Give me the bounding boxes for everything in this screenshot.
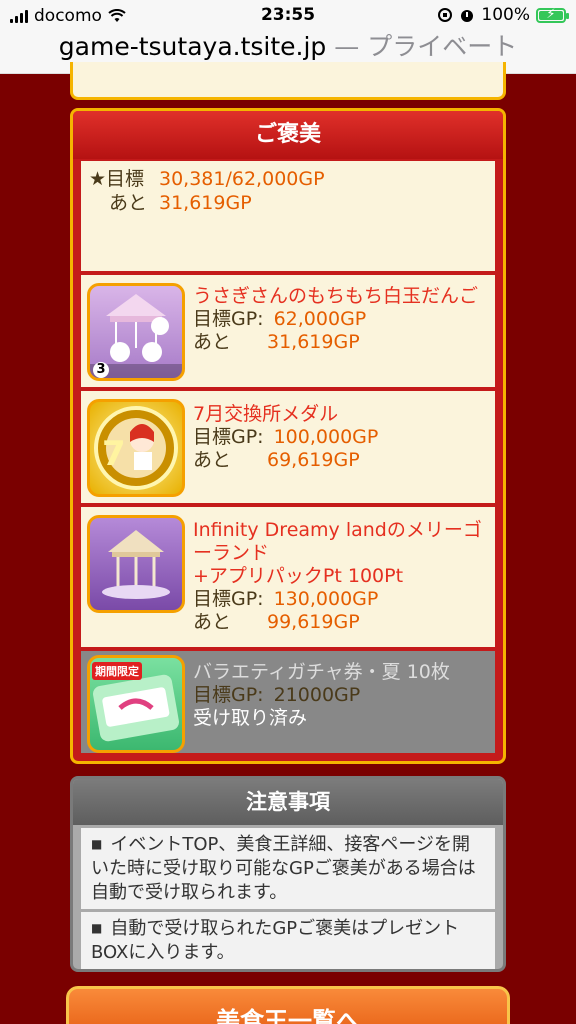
- goal-gp-value: 130,000GP: [273, 588, 379, 610]
- alarm-icon: [461, 10, 474, 22]
- remain-value: 31,619GP: [267, 331, 360, 353]
- domain-label: game-tsutaya.tsite.jp: [58, 32, 327, 61]
- remain-label: あと: [193, 331, 232, 353]
- reward-summary: ★目標 30,381/62,000GP あと 31,619GP: [81, 161, 495, 273]
- goal-value: 30,381/62,000GP: [159, 168, 325, 190]
- orientation-lock-icon: [438, 8, 453, 22]
- notes-header: 注意事項: [73, 779, 503, 825]
- note-item: イベントTOP、美食王詳細、接客ページを開いた時に受け取り可能なGPご褒美がある…: [81, 828, 495, 909]
- remain-value: 69,619GP: [267, 449, 360, 471]
- notes-panel: 注意事項 イベントTOP、美食王詳細、接客ページを開いた時に受け取り可能なGPご…: [70, 776, 506, 972]
- private-label: — プライベート: [334, 32, 518, 61]
- goal-gp-value: 62,000GP: [273, 308, 367, 330]
- battery-icon: ⚡: [536, 7, 569, 23]
- goal-gp-label: 目標GP:: [193, 426, 264, 448]
- remain-value: 99,619GP: [267, 611, 360, 633]
- gourmet-king-list-button[interactable]: 美食王一覧へ: [66, 986, 510, 1024]
- count-badge: 3: [93, 362, 109, 378]
- reward-item: Infinity Dreamy landのメリーゴーランド +アプリパックPt …: [81, 507, 495, 649]
- goal-gp-value: 21000GP: [273, 684, 361, 706]
- status-bar: docomo 23:55 100% ⚡: [0, 0, 576, 32]
- item-name: Infinity Dreamy landのメリーゴーランド: [193, 519, 482, 564]
- goal-gp-label: 目標GP:: [193, 308, 264, 330]
- remain-value: 31,619GP: [159, 192, 252, 214]
- remain-label: あと: [193, 611, 232, 633]
- item-name: うさぎさんのもちもち白玉だんご: [193, 285, 479, 307]
- goal-gp-label: 目標GP:: [193, 684, 264, 706]
- carousel-item-image: [87, 515, 185, 613]
- reward-item-received: 期間限定 バラエティガチャ券・夏 10枚 目標GP: 21000GP 受け取り済…: [81, 651, 495, 755]
- item-name: 7月交換所メダル: [193, 403, 339, 425]
- reward-header: ご褒美: [73, 111, 503, 159]
- note-item: 自動で受け取られたGPご褒美はプレゼントBOXに入ります。: [81, 912, 495, 969]
- reward-panel: ご褒美 ★目標 30,381/62,000GP あと 31,619GP 3 うさ…: [70, 108, 506, 764]
- remain-label: あと: [109, 192, 148, 214]
- gacha-ticket-image: 期間限定: [87, 655, 185, 753]
- goal-label: ★目標: [89, 168, 145, 190]
- previous-panel-bottom: [70, 62, 506, 100]
- status-right: 100% ⚡: [437, 5, 569, 25]
- goal-gp-value: 100,000GP: [273, 426, 379, 448]
- reward-item: 3 うさぎさんのもちもち白玉だんご 目標GP: 62,000GP あと 31,6…: [81, 275, 495, 389]
- received-status: 受け取り済み: [193, 707, 308, 729]
- dango-item-image: 3: [87, 283, 185, 381]
- reward-item: 7 7月交換所メダル 目標GP: 100,000GP あと 69,619GP: [81, 391, 495, 505]
- item-extra: +アプリパックPt 100Pt: [193, 565, 404, 587]
- item-name: バラエティガチャ券・夏 10枚: [193, 661, 450, 683]
- battery-percent: 100%: [481, 5, 530, 25]
- medal-number: 7: [102, 434, 126, 474]
- goal-gp-label: 目標GP:: [193, 588, 264, 610]
- remain-label: あと: [193, 449, 232, 471]
- medal-item-image: 7: [87, 399, 185, 497]
- limited-tag: 期間限定: [92, 662, 142, 680]
